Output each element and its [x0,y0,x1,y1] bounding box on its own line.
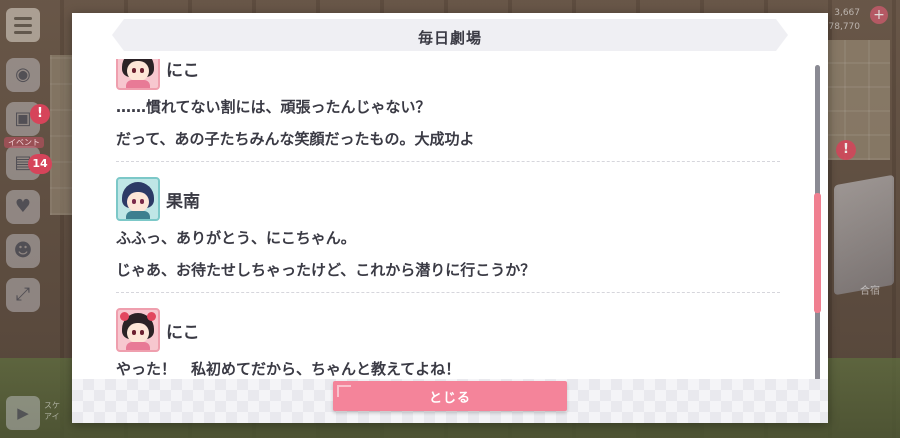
count-badge: 14 [28,154,52,174]
speaker-row: 果南 [116,176,780,222]
skip-icon[interactable]: ▶ [6,396,40,430]
dialogue-entry: 果南ふふっ、ありがとう、にこちゃん。じゃあ、お待たせしちゃったけど、これから潜り… [116,176,780,293]
dialogue-log[interactable]: にこ ……慣れてない割には、頑張ったんじゃない？ だって、あの子たちみんな笑顔だった… [116,59,780,379]
fullscreen-icon[interactable]: ⤢ [6,278,40,312]
speaker-row: にこ [116,59,780,91]
dialogue-line: だって、あの子たちみんな笑顔だったもの。大成功よ [116,130,475,148]
speaker-name: 果南 [166,191,200,212]
dialog-title: 毎日劇場 [417,29,482,47]
daily-theater-dialog: 毎日劇場 にこ ……慣れてない割には、頑張ったんじゃない？ だって、あの子たちみんな… [72,13,828,423]
dialogue-entry: にこやった！ 私初めてだから、ちゃんと教えてよね！ [116,307,780,379]
close-button[interactable]: とじる [333,381,567,411]
menu-bar-icon [14,30,32,34]
training-card[interactable] [834,174,894,296]
speaker-row: にこ [116,307,780,353]
bottom-left-label: スケ アイ [44,401,60,421]
notification-badge: ! [30,104,50,124]
dialogue-line: やった！ 私初めてだから、ちゃんと教えてよね！ [116,360,461,378]
add-currency-button[interactable]: + [870,6,888,24]
nico-avatar-icon [116,308,160,352]
left-sidebar: ◉ ▣ ▤ ♥ ☻ ⤢ [6,58,42,312]
menu-bar-icon [14,16,32,20]
hamburger-menu-button[interactable] [6,8,40,42]
training-label: 合宿 [860,286,880,297]
dialogue-line: ……慣れてない割には、頑張ったんじゃない？ [116,98,431,116]
right-notification-badge: ! [836,140,856,160]
shoji-door-right [820,40,890,160]
scrollbar-thumb[interactable] [814,193,821,313]
speaker-name: にこ [166,322,200,343]
heart-icon[interactable]: ♥ [6,190,40,224]
chat-icon[interactable]: ◉ [6,58,40,92]
event-label: イベント [4,137,44,148]
members-icon[interactable]: ☻ [6,234,40,268]
dialogue-line: じゃあ、お待たせしちゃったけど、これから潜りに行こうか？ [116,261,536,279]
scrollbar-track[interactable] [814,65,821,381]
dialogue-log-content: にこ ……慣れてない割には、頑張ったんじゃない？ だって、あの子たちみんな笑顔だった… [116,59,780,379]
dialogue-entry: にこ ……慣れてない割には、頑張ったんじゃない？ だって、あの子たちみんな笑顔だった… [116,59,780,162]
menu-bar-icon [14,23,32,27]
speaker-name: にこ [166,60,200,81]
nico-avatar-icon [116,59,160,90]
dialogue-line: ふふっ、ありがとう、にこちゃん。 [116,229,356,247]
dialog-footer: とじる [72,379,828,423]
kanan-avatar-icon [116,177,160,221]
